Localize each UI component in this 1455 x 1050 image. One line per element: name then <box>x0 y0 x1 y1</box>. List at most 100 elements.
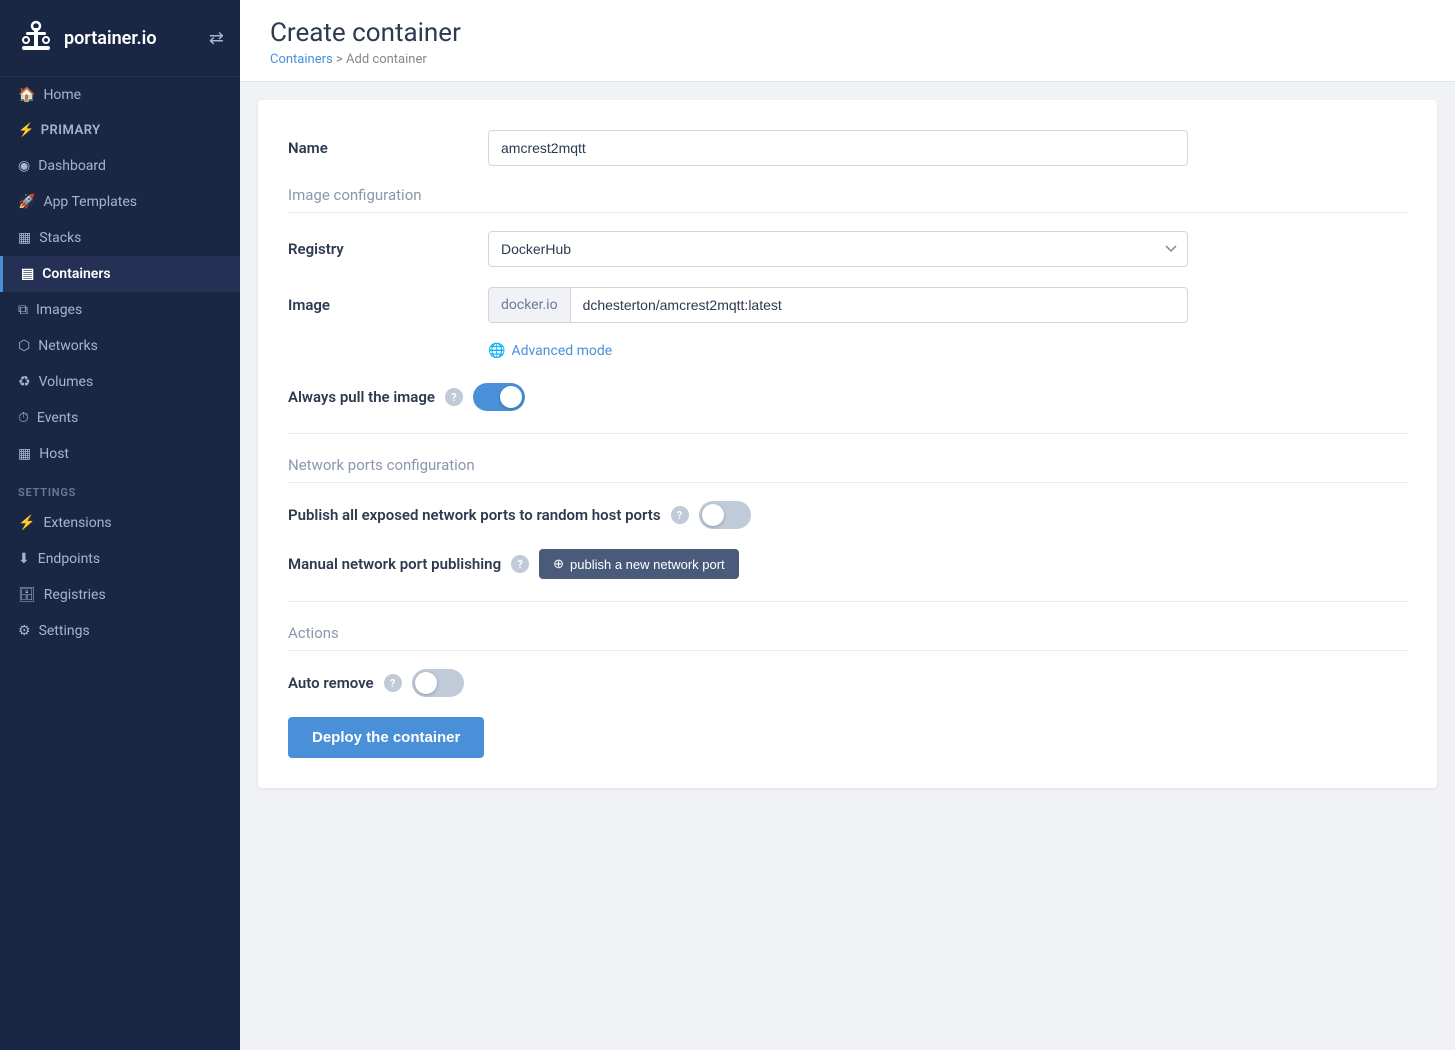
deploy-button-container: Deploy the container <box>288 717 1407 758</box>
page-title: Create container <box>270 18 1425 48</box>
sidebar-header: portainer.io ⇄ <box>0 0 240 77</box>
publish-all-help-icon[interactable]: ? <box>671 506 689 524</box>
host-icon: ▦ <box>18 446 31 462</box>
registries-icon: 🗄 <box>18 587 36 603</box>
auto-remove-label: Auto remove <box>288 674 374 692</box>
registry-row: Registry DockerHub Other <box>288 231 1407 267</box>
divider-network <box>288 433 1407 434</box>
primary-icon: ⚡ <box>18 123 35 138</box>
divider-actions <box>288 601 1407 602</box>
breadcrumb-link[interactable]: Containers <box>270 52 333 67</box>
sidebar-settings-label-endpoints: Endpoints <box>38 551 100 567</box>
sidebar-item-host[interactable]: ▦ Host <box>0 436 240 472</box>
always-pull-row: Always pull the image ? <box>288 383 1407 411</box>
sidebar-item-containers[interactable]: ▤ Containers <box>0 256 240 292</box>
actions-section-title: Actions <box>288 624 1407 651</box>
publish-all-toggle[interactable] <box>699 501 751 529</box>
image-label: Image <box>288 296 488 314</box>
images-icon: ⧉ <box>18 302 28 318</box>
sidebar-settings-item-endpoints[interactable]: ⬇ Endpoints <box>0 541 240 577</box>
sidebar-item-images[interactable]: ⧉ Images <box>0 292 240 328</box>
breadcrumb-current: Add container <box>346 52 427 67</box>
stacks-icon: ▦ <box>18 230 31 246</box>
sidebar-item-label-images: Images <box>36 302 82 318</box>
sidebar-settings-label-extensions: Extensions <box>43 515 111 531</box>
image-prefix: docker.io <box>488 287 570 323</box>
networks-icon: ⬡ <box>18 338 30 354</box>
auto-remove-help-icon[interactable]: ? <box>384 674 402 692</box>
image-config-section-title: Image configuration <box>288 186 1407 213</box>
extensions-icon: ⚡ <box>18 515 35 531</box>
auto-remove-toggle[interactable] <box>412 669 464 697</box>
manual-publish-label: Manual network port publishing <box>288 555 501 573</box>
endpoints-icon: ⬇ <box>18 551 30 567</box>
sidebar-item-networks[interactable]: ⬡ Networks <box>0 328 240 364</box>
containers-icon: ▤ <box>21 266 34 282</box>
name-row: Name <box>288 130 1407 166</box>
plus-icon: ⊕ <box>553 556 564 572</box>
publish-new-port-button[interactable]: ⊕ publish a new network port <box>539 549 739 579</box>
sidebar-item-home[interactable]: 🏠 Home <box>0 77 240 113</box>
logo-text: portainer.io <box>64 28 157 49</box>
advanced-mode-link[interactable]: 🌐 Advanced mode <box>488 343 1407 359</box>
image-row: Image docker.io <box>288 287 1407 323</box>
sidebar-settings-item-settings[interactable]: ⚙ Settings <box>0 613 240 649</box>
advanced-mode-label: Advanced mode <box>511 343 612 359</box>
sidebar-item-stacks[interactable]: ▦ Stacks <box>0 220 240 256</box>
volumes-icon: ♻ <box>18 374 31 390</box>
primary-label: ⚡ PRIMARY <box>0 113 240 148</box>
sidebar-item-label-app-templates: App Templates <box>43 194 137 210</box>
registry-label: Registry <box>288 240 488 258</box>
registry-select[interactable]: DockerHub Other <box>488 231 1188 267</box>
image-field: docker.io <box>488 287 1407 323</box>
app-templates-icon: 🚀 <box>18 194 35 210</box>
sidebar-item-events[interactable]: ⏱ Events <box>0 400 240 436</box>
events-icon: ⏱ <box>18 410 29 426</box>
deploy-button[interactable]: Deploy the container <box>288 717 484 758</box>
home-icon: 🏠 <box>18 87 35 103</box>
globe-icon: 🌐 <box>488 343 505 359</box>
always-pull-toggle[interactable] <box>473 383 525 411</box>
sidebar-item-label-events: Events <box>37 410 78 426</box>
sidebar-item-label-dashboard: Dashboard <box>38 158 106 174</box>
always-pull-help-icon[interactable]: ? <box>445 388 463 406</box>
sidebar-settings-item-extensions[interactable]: ⚡ Extensions <box>0 505 240 541</box>
sidebar: portainer.io ⇄ 🏠 Home ⚡ PRIMARY ◉ Dashbo… <box>0 0 240 1050</box>
publish-all-label: Publish all exposed network ports to ran… <box>288 506 661 524</box>
image-input[interactable] <box>570 287 1188 323</box>
sidebar-toggle-icon[interactable]: ⇄ <box>209 28 224 49</box>
main-content: Create container Containers > Add contai… <box>240 0 1455 1050</box>
breadcrumb-separator: > <box>336 52 343 67</box>
always-pull-label: Always pull the image <box>288 388 435 406</box>
sidebar-settings-label-registries: Registries <box>44 587 106 603</box>
create-container-form: Name Image configuration Registry Docker… <box>258 100 1437 788</box>
network-ports-section-title: Network ports configuration <box>288 456 1407 483</box>
page-header: Create container Containers > Add contai… <box>240 0 1455 82</box>
sidebar-item-label-stacks: Stacks <box>39 230 81 246</box>
publish-all-row: Publish all exposed network ports to ran… <box>288 501 1407 529</box>
dashboard-icon: ◉ <box>18 158 30 174</box>
portainer-logo-icon <box>16 18 56 58</box>
settings-icon: ⚙ <box>18 623 31 639</box>
sidebar-item-volumes[interactable]: ♻ Volumes <box>0 364 240 400</box>
sidebar-item-app-templates[interactable]: 🚀 App Templates <box>0 184 240 220</box>
logo-area: portainer.io <box>16 18 157 58</box>
sidebar-item-label-networks: Networks <box>38 338 98 354</box>
sidebar-item-label-containers: Containers <box>42 266 110 282</box>
sidebar-settings-label-settings: Settings <box>39 623 90 639</box>
manual-publish-help-icon[interactable]: ? <box>511 555 529 573</box>
sidebar-item-label-volumes: Volumes <box>39 374 94 390</box>
auto-remove-row: Auto remove ? <box>288 669 1407 697</box>
sidebar-item-label-host: Host <box>39 446 69 462</box>
image-input-group: docker.io <box>488 287 1188 323</box>
settings-section-label: SETTINGS <box>0 472 240 505</box>
manual-publish-row: Manual network port publishing ? ⊕ publi… <box>288 549 1407 579</box>
sidebar-settings-item-registries[interactable]: 🗄 Registries <box>0 577 240 613</box>
name-label: Name <box>288 139 488 157</box>
breadcrumb: Containers > Add container <box>270 52 1425 67</box>
name-field <box>488 130 1407 166</box>
name-input[interactable] <box>488 130 1188 166</box>
registry-field: DockerHub Other <box>488 231 1407 267</box>
sidebar-home-label: Home <box>43 87 81 103</box>
sidebar-item-dashboard[interactable]: ◉ Dashboard <box>0 148 240 184</box>
